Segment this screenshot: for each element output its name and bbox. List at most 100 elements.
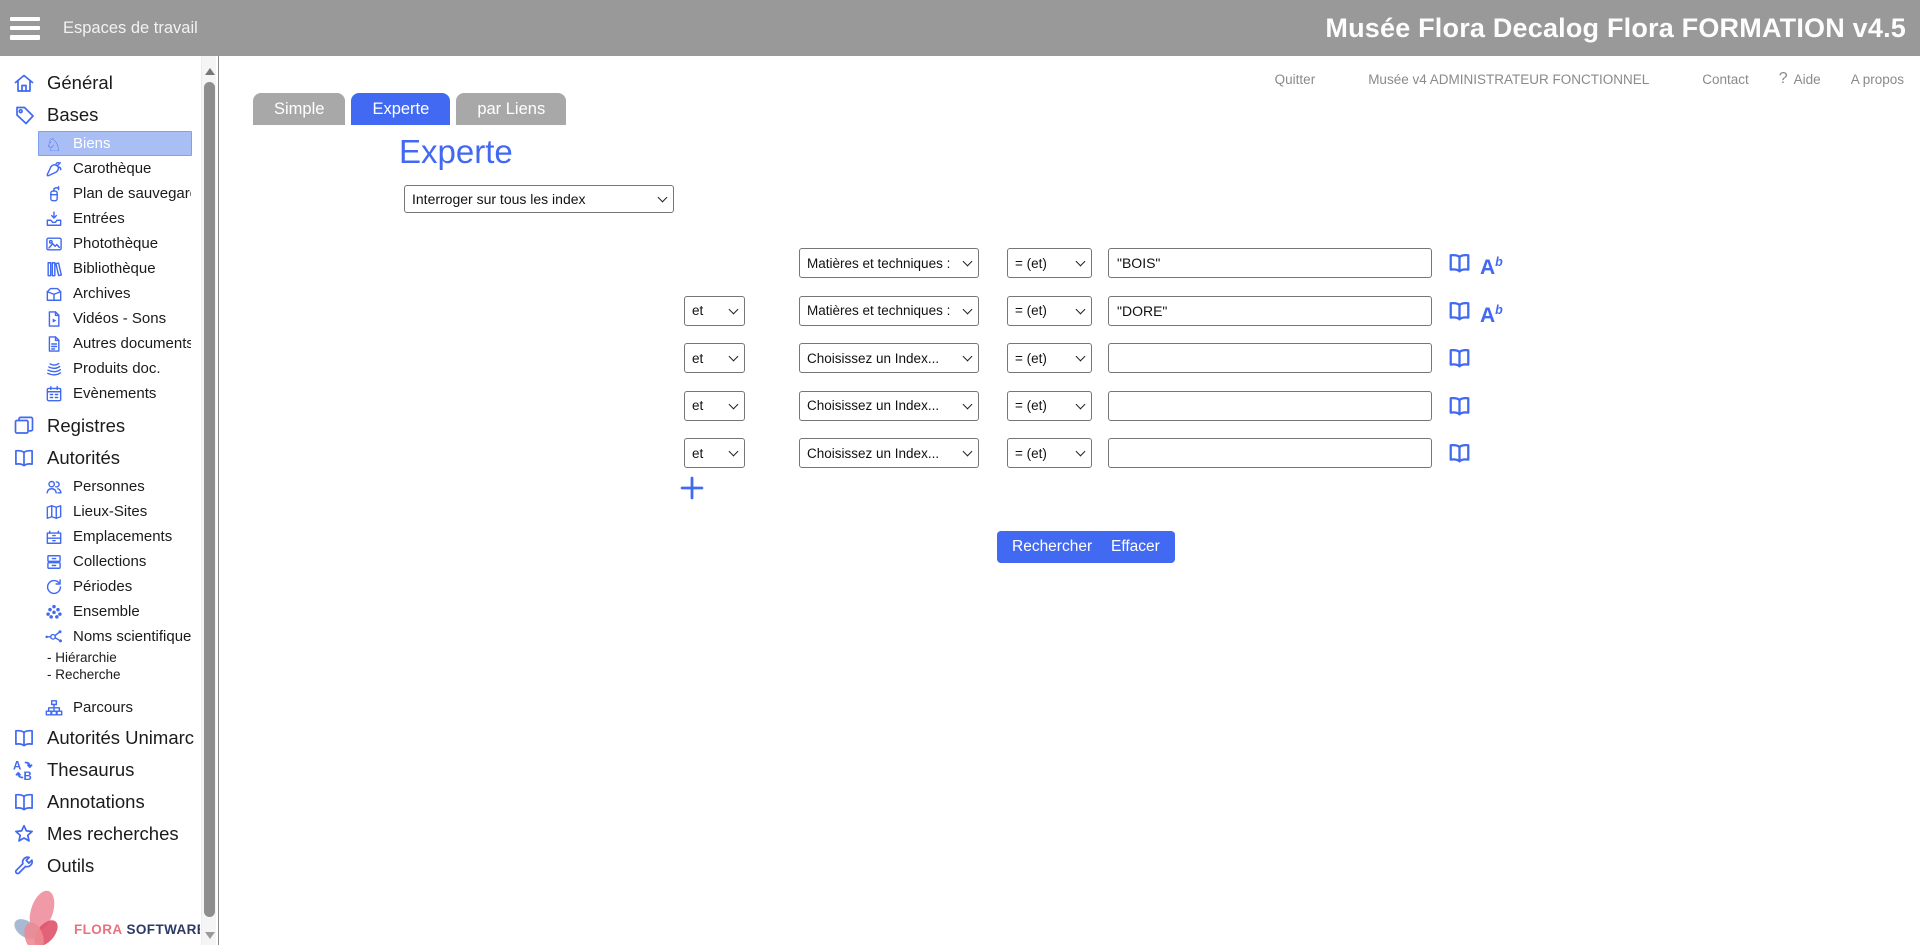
- sidebar-item-label: Photothèque: [73, 235, 158, 252]
- sidebar-item-label: Bibliothèque: [73, 260, 156, 277]
- sidebar-item-autorités[interactable]: Autorités: [0, 442, 218, 474]
- index-browse-icon[interactable]: [1446, 345, 1473, 371]
- index-select[interactable]: Choisissez un Index...: [799, 438, 979, 468]
- stack-icon: [44, 359, 64, 379]
- knight-icon: [44, 134, 64, 154]
- sidebar-item-thesaurus[interactable]: Thesaurus: [0, 754, 218, 786]
- query-value-input[interactable]: [1108, 343, 1432, 373]
- home-icon: [12, 71, 36, 95]
- sidebar-item-label: Lieux-Sites: [73, 503, 147, 520]
- index-select-wrap: Choisissez un Index...: [799, 438, 979, 468]
- tab-experte[interactable]: Experte: [351, 93, 450, 125]
- expand-term-letter: A: [1480, 304, 1495, 327]
- comparator-select[interactable]: = (et): [1007, 296, 1092, 326]
- sidebar-item-biens[interactable]: Biens: [38, 131, 192, 156]
- sidebar-item-produits-doc[interactable]: Produits doc.: [38, 356, 192, 381]
- sidebar-item-vidéos-sons[interactable]: Vidéos - Sons: [38, 306, 192, 331]
- boolean-operator-select[interactable]: et: [684, 343, 745, 373]
- sidebar-item-carothèque[interactable]: Carothèque: [38, 156, 192, 181]
- comparator-select-wrap: = (et): [1007, 296, 1092, 326]
- sidebar-item-registres[interactable]: Registres: [0, 410, 218, 442]
- expand-term-icon[interactable]: Ab: [1480, 249, 1503, 281]
- sidebar-item-plan-de-sauvegarde[interactable]: Plan de sauvegarde: [38, 181, 192, 206]
- sidebar-item-emplacements[interactable]: Emplacements: [38, 524, 192, 549]
- comparator-select[interactable]: = (et): [1007, 343, 1092, 373]
- expand-term-icon[interactable]: Ab: [1480, 297, 1503, 329]
- sidebar-item-evènements[interactable]: Evènements: [38, 381, 192, 406]
- sidebar-item-autorités-unimarc[interactable]: Autorités Unimarc: [0, 722, 218, 754]
- query-value-input[interactable]: [1108, 248, 1432, 278]
- sidebar: Général BasesBiensCarothèquePlan de sauve…: [0, 56, 219, 945]
- tag-icon: [12, 103, 36, 127]
- file-doc-icon: [44, 334, 64, 354]
- sidebar-item-label: Annotations: [47, 791, 145, 813]
- sidebar-item-hiérarchie[interactable]: - Hiérarchie: [0, 649, 218, 666]
- index-browse-icon[interactable]: [1446, 298, 1473, 324]
- index-scope-select[interactable]: Interroger sur tous les index: [404, 185, 674, 213]
- sidebar-item-général[interactable]: Général: [0, 67, 218, 99]
- comparator-select[interactable]: = (et): [1007, 391, 1092, 421]
- comparator-select-wrap: = (et): [1007, 248, 1092, 278]
- scrollbar-thumb[interactable]: [204, 82, 215, 917]
- extinguisher-icon: [44, 184, 64, 204]
- main-content: SimpleExpertepar Liens Experte Interroge…: [0, 0, 1920, 945]
- sidebar-item-personnes[interactable]: Personnes: [38, 474, 192, 499]
- sidebar-item-label: Evènements: [73, 385, 156, 402]
- index-browse-icon[interactable]: [1446, 250, 1473, 276]
- add-criterion-button[interactable]: [678, 474, 708, 504]
- app-root: Espaces de travail Musée Flora Decalog F…: [0, 0, 1920, 945]
- index-browse-icon[interactable]: [1446, 440, 1473, 466]
- sidebar-item-autres-documents[interactable]: Autres documents: [38, 331, 192, 356]
- sidebar-item-parcours[interactable]: Parcours: [38, 695, 192, 720]
- tab-simple[interactable]: Simple: [253, 93, 345, 125]
- sidebar-item-annotations[interactable]: Annotations: [0, 786, 218, 818]
- boolean-operator-select[interactable]: et: [684, 438, 745, 468]
- comparator-select[interactable]: = (et): [1007, 248, 1092, 278]
- sidebar-item-label: Mes recherches: [47, 823, 179, 845]
- sidebar-item-lieux-sites[interactable]: Lieux-Sites: [38, 499, 192, 524]
- sidebar-item-recherche[interactable]: - Recherche: [0, 666, 218, 683]
- carrot-icon: [44, 159, 64, 179]
- sidebar-item-label: Vidéos - Sons: [73, 310, 166, 327]
- index-browse-icon[interactable]: [1446, 393, 1473, 419]
- expand-term-sup: b: [1495, 255, 1503, 269]
- query-value-input[interactable]: [1108, 296, 1432, 326]
- query-value-input[interactable]: [1108, 391, 1432, 421]
- sidebar-item-mes-recherches[interactable]: Mes recherches: [0, 818, 218, 850]
- boolean-operator-select[interactable]: et: [684, 391, 745, 421]
- sidebar-item-label: Autres documents: [73, 335, 191, 352]
- sidebar-item-photothèque[interactable]: Photothèque: [38, 231, 192, 256]
- boolean-operator-select[interactable]: et: [684, 296, 745, 326]
- query-value-input[interactable]: [1108, 438, 1432, 468]
- books-icon: [44, 259, 64, 279]
- clear-button[interactable]: Effacer: [1096, 531, 1175, 563]
- logo-flora: FLORA: [74, 922, 123, 937]
- boolean-operator-select-wrap: et: [684, 391, 745, 421]
- people-icon: [44, 477, 64, 497]
- scroll-down-icon[interactable]: [205, 932, 215, 939]
- scroll-up-icon[interactable]: [205, 68, 215, 75]
- sidebar-item-bases[interactable]: Bases: [0, 99, 218, 131]
- sidebar-item-label: Personnes: [73, 478, 145, 495]
- sidebar-scrollbar[interactable]: [201, 56, 216, 945]
- sidebar-item-label: Noms scientifiques: [73, 628, 191, 645]
- sidebar-item-label: Général: [47, 72, 113, 94]
- sidebar-item-bibliothèque[interactable]: Bibliothèque: [38, 256, 192, 281]
- sidebar-item-ensemble[interactable]: Ensemble: [38, 599, 192, 624]
- index-select[interactable]: Matières et techniques :: [799, 248, 979, 278]
- sidebar-item-entrées[interactable]: Entrées: [38, 206, 192, 231]
- tab-par-liens[interactable]: par Liens: [456, 93, 566, 125]
- sidebar-item-archives[interactable]: Archives: [38, 281, 192, 306]
- flora-logo-text: FLORASOFTWARE: [74, 922, 200, 937]
- comparator-select[interactable]: = (et): [1007, 438, 1092, 468]
- index-select[interactable]: Choisissez un Index...: [799, 391, 979, 421]
- index-select[interactable]: Choisissez un Index...: [799, 343, 979, 373]
- copies-icon: [12, 414, 36, 438]
- sidebar-item-noms-scientifiques[interactable]: Noms scientifiques: [38, 624, 192, 649]
- page-title: Experte: [399, 133, 513, 171]
- search-button[interactable]: Rechercher: [997, 531, 1107, 563]
- cabinet-icon: [44, 527, 64, 547]
- sidebar-item-périodes[interactable]: Périodes: [38, 574, 192, 599]
- sidebar-item-collections[interactable]: Collections: [38, 549, 192, 574]
- index-select[interactable]: Matières et techniques :: [799, 296, 979, 326]
